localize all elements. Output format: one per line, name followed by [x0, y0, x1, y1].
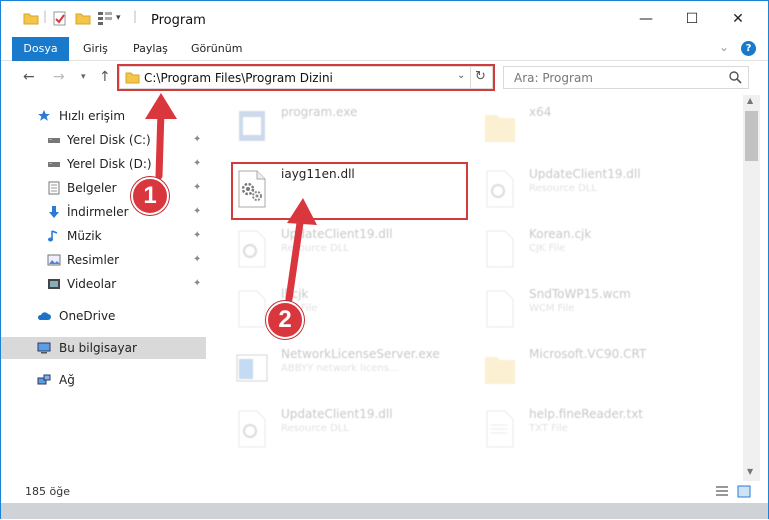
callout-step-2: 2	[266, 301, 304, 339]
callout-step-1: 1	[131, 177, 169, 215]
explorer-window: | ▾ | Program — ☐ ✕ Dosya Giriş Paylaş G…	[0, 0, 769, 519]
annotation-arrows	[145, 93, 317, 303]
